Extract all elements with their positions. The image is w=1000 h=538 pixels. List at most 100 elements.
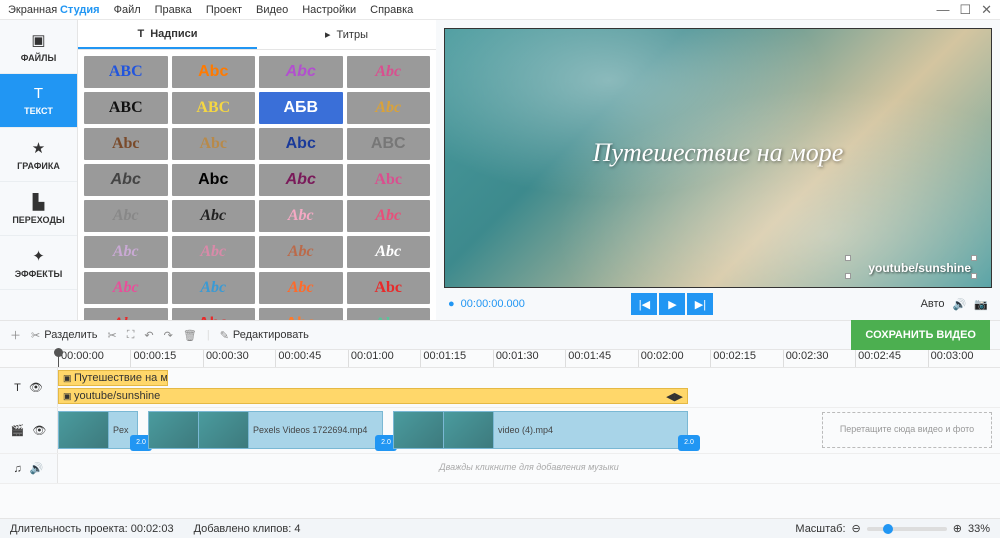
maximize-icon[interactable]: ☐ xyxy=(959,2,971,18)
text-style-swatch[interactable]: Abc xyxy=(172,308,256,320)
music-track-icon: ♫ xyxy=(14,463,22,475)
text-style-swatch[interactable]: AБВ xyxy=(259,92,343,124)
text-style-swatch[interactable]: Abc xyxy=(84,236,168,268)
text-style-swatch[interactable]: Abc xyxy=(84,128,168,160)
sidebar-label: ПЕРЕХОДЫ xyxy=(12,215,64,225)
text-style-swatch[interactable]: Abc xyxy=(172,128,256,160)
resize-handle[interactable] xyxy=(845,273,851,279)
plus-icon[interactable]: ＋ xyxy=(10,327,21,343)
play-button[interactable]: ▶ xyxy=(659,293,685,315)
ruler-tick: 00:00:15 xyxy=(130,350,202,367)
text-style-swatch[interactable]: Abc xyxy=(347,164,431,196)
tab-titles[interactable]: ▸ Титры xyxy=(257,20,436,49)
text-clip[interactable]: ▣ youtube/sunshine ◀▶ xyxy=(58,388,688,404)
text-style-swatch[interactable]: ABC xyxy=(172,92,256,124)
video-clip[interactable]: Pexels Videos 1722694.mp4 xyxy=(148,411,383,449)
text-style-swatch[interactable]: Abc xyxy=(172,200,256,232)
text-style-swatch[interactable]: Abc xyxy=(259,56,343,88)
undo-icon[interactable]: ↶ xyxy=(144,329,153,342)
delete-icon[interactable]: 🗑 xyxy=(183,329,197,342)
audio-track-head: ♫ 🔊 xyxy=(0,454,58,483)
zoom-in-icon[interactable]: ⊕ xyxy=(953,522,962,535)
tab-captions[interactable]: T Надписи xyxy=(78,20,257,49)
sidebar-label: ГРАФИКА xyxy=(17,161,60,171)
auto-label[interactable]: Авто xyxy=(921,298,945,310)
menu-help[interactable]: Справка xyxy=(370,4,413,16)
text-panel: T Надписи ▸ Титры ABCAbcAbcAbcABCABCAБВA… xyxy=(78,20,436,320)
preview-pane: Путешествие на море youtube/sunshine ● 0… xyxy=(436,20,1000,320)
menu-video[interactable]: Видео xyxy=(256,4,288,16)
preview-watermark[interactable]: youtube/sunshine xyxy=(868,261,971,275)
next-button[interactable]: ▶| xyxy=(687,293,713,315)
sidebar-item-files[interactable]: ▣ ФАЙЛЫ xyxy=(0,20,77,74)
text-style-swatch[interactable]: Abc xyxy=(347,92,431,124)
text-style-swatch[interactable]: Abc xyxy=(172,164,256,196)
text-style-swatch[interactable]: Abc xyxy=(347,308,431,320)
volume-icon[interactable]: 🔊 xyxy=(953,298,967,311)
prev-button[interactable]: |◀ xyxy=(631,293,657,315)
sidebar-item-effects[interactable]: ✦ ЭФФЕКТЫ xyxy=(0,236,77,290)
text-style-swatch[interactable]: Abc xyxy=(347,272,431,304)
sidebar-item-transitions[interactable]: ▙ ПЕРЕХОДЫ xyxy=(0,182,77,236)
text-style-swatch[interactable]: Abc xyxy=(84,164,168,196)
menu-file[interactable]: Файл xyxy=(114,4,141,16)
text-style-swatch[interactable]: Abc xyxy=(259,272,343,304)
menu-edit[interactable]: Правка xyxy=(155,4,192,16)
text-style-swatch[interactable]: Abc xyxy=(172,236,256,268)
video-clip[interactable]: video (4).mp4 xyxy=(393,411,688,449)
resize-handle[interactable] xyxy=(971,255,977,261)
edit-button[interactable]: ✎ Редактировать xyxy=(220,329,309,342)
music-hint[interactable]: Дважды кликните для добавления музыки xyxy=(58,454,1000,472)
preview-video[interactable]: Путешествие на море youtube/sunshine xyxy=(444,28,992,288)
volume-icon[interactable]: 🔊 xyxy=(30,462,44,475)
sidebar-label: ФАЙЛЫ xyxy=(21,53,57,63)
crop-icon[interactable]: ⛶ xyxy=(127,329,135,342)
text-style-grid: ABCAbcAbcAbcABCABCAБВAbcAbcAbcAbcABCAbcA… xyxy=(78,50,436,320)
redo-icon[interactable]: ↷ xyxy=(164,329,173,342)
text-style-swatch[interactable]: Abc xyxy=(347,236,431,268)
text-style-swatch[interactable]: Abc xyxy=(259,164,343,196)
ruler-tick: 00:00:45 xyxy=(275,350,347,367)
text-style-swatch[interactable]: Abc xyxy=(259,236,343,268)
close-icon[interactable]: ✕ xyxy=(981,2,992,18)
split-button[interactable]: ✂ Разделить xyxy=(31,329,98,342)
text-style-swatch[interactable]: ABC xyxy=(347,128,431,160)
text-style-swatch[interactable]: Abc xyxy=(84,308,168,320)
scrubber-dot[interactable]: ● xyxy=(448,298,455,310)
zoom-slider[interactable] xyxy=(867,527,947,531)
timecode: 00:00:00.000 xyxy=(461,298,525,310)
visibility-icon[interactable]: 👁 xyxy=(29,381,43,394)
preview-overlay-text[interactable]: Путешествие на море xyxy=(593,138,844,168)
resize-handle[interactable] xyxy=(971,273,977,279)
menubar: Экранная Студия Файл Правка Проект Видео… xyxy=(0,0,1000,20)
text-clip[interactable]: ▣ Путешествие на мор xyxy=(58,370,168,386)
text-style-swatch[interactable]: Abc xyxy=(259,128,343,160)
text-style-swatch[interactable]: Abc xyxy=(84,200,168,232)
text-style-swatch[interactable]: Abc xyxy=(172,56,256,88)
zoom-out-icon[interactable]: ⊖ xyxy=(852,522,861,535)
text-style-swatch[interactable]: Abc xyxy=(84,272,168,304)
drop-zone[interactable]: Перетащите сюда видео и фото xyxy=(822,412,992,448)
text-style-swatch[interactable]: ABC xyxy=(84,56,168,88)
video-track-head: 🎬 👁 xyxy=(0,408,58,453)
timeline-ruler[interactable]: 00:00:0000:00:1500:00:3000:00:4500:01:00… xyxy=(0,350,1000,368)
text-style-swatch[interactable]: Abc xyxy=(259,200,343,232)
text-style-swatch[interactable]: Abc xyxy=(172,272,256,304)
cut-icon[interactable]: ✂ xyxy=(108,329,117,342)
resize-handle[interactable] xyxy=(845,255,851,261)
menu-settings[interactable]: Настройки xyxy=(302,4,356,16)
text-style-swatch[interactable]: Abc xyxy=(259,308,343,320)
transition-badge[interactable]: 2.0 xyxy=(678,435,700,451)
video-clip[interactable]: Pex xyxy=(58,411,138,449)
snapshot-icon[interactable]: 📷 xyxy=(974,298,988,311)
text-style-swatch[interactable]: ABC xyxy=(84,92,168,124)
sidebar-item-text[interactable]: T ТЕКСТ xyxy=(0,74,77,128)
sidebar-item-graphics[interactable]: ★ ГРАФИКА xyxy=(0,128,77,182)
minimize-icon[interactable]: — xyxy=(936,2,949,18)
menu-project[interactable]: Проект xyxy=(206,4,242,16)
visibility-icon[interactable]: 👁 xyxy=(32,424,46,437)
playhead[interactable] xyxy=(58,350,59,367)
text-style-swatch[interactable]: Abc xyxy=(347,200,431,232)
text-style-swatch[interactable]: Abc xyxy=(347,56,431,88)
save-video-button[interactable]: СОХРАНИТЬ ВИДЕО xyxy=(851,320,990,350)
